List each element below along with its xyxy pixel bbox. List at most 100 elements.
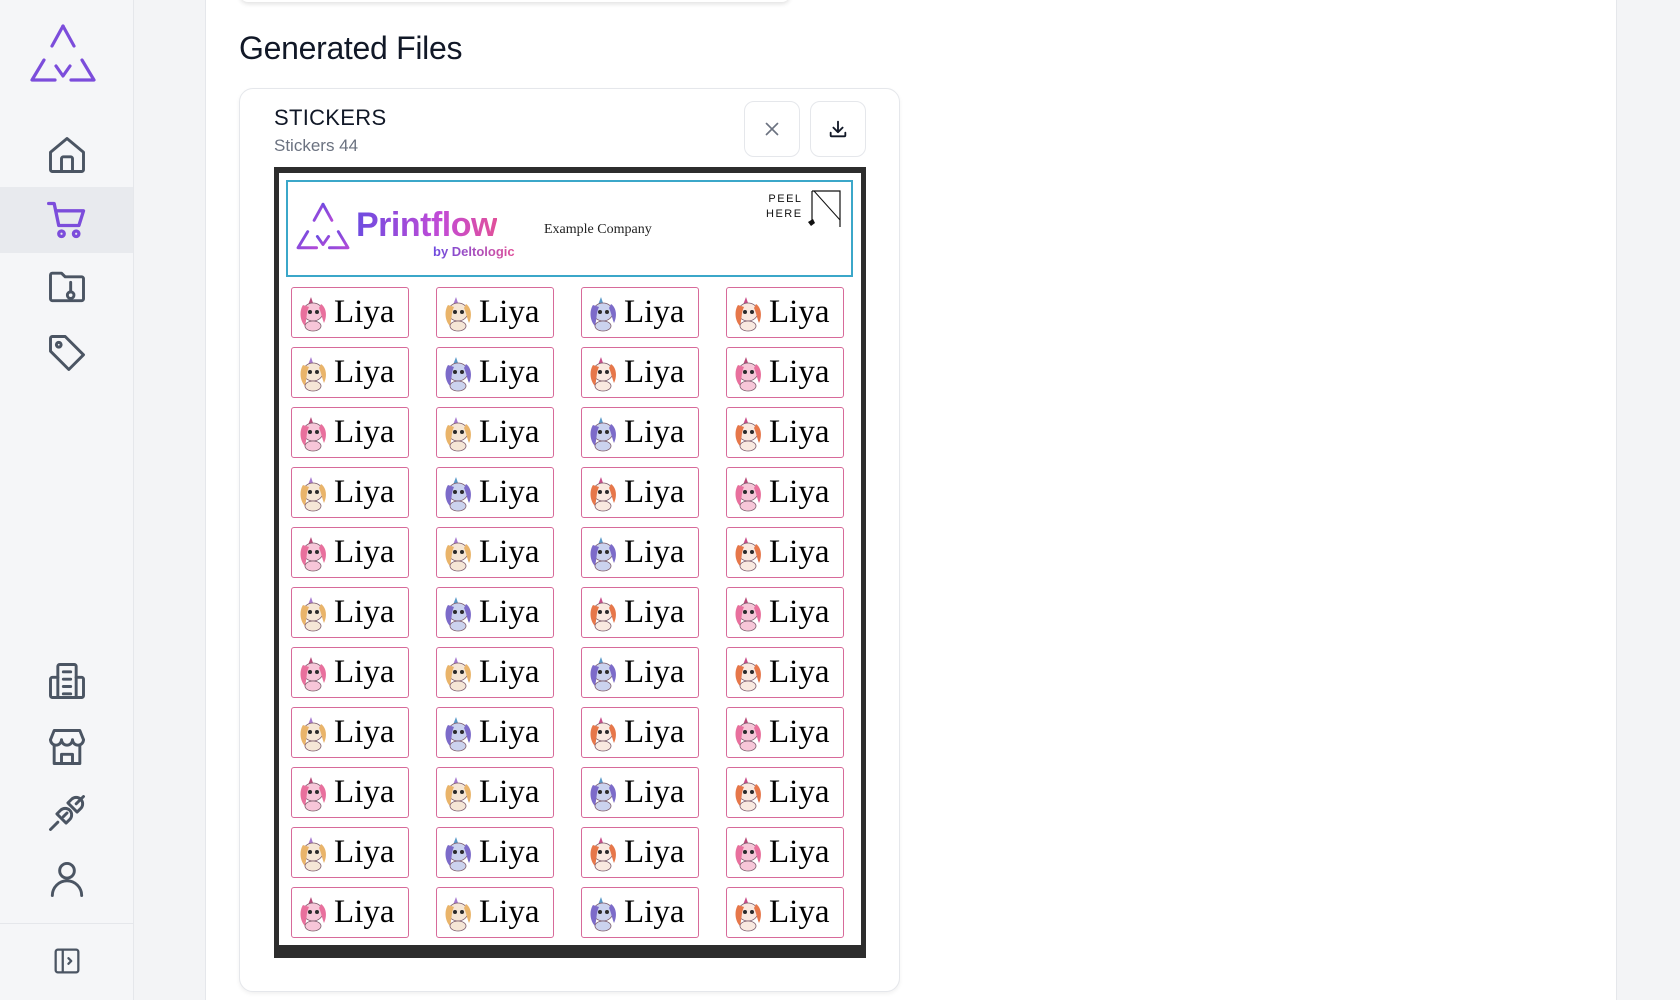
sticker-item: Liya xyxy=(726,467,844,518)
sticker-name: Liya xyxy=(624,534,685,570)
close-button[interactable] xyxy=(744,101,800,157)
sticker-item: Liya xyxy=(581,407,699,458)
sticker-name: Liya xyxy=(334,654,395,690)
unicorn-icon xyxy=(300,896,326,931)
sticker-item: Liya xyxy=(581,887,699,938)
sticker-name: Liya xyxy=(334,294,395,330)
sticker-item: Liya xyxy=(581,707,699,758)
nav-companies[interactable] xyxy=(0,648,133,714)
sticker-item: Liya xyxy=(581,587,699,638)
unicorn-icon xyxy=(735,596,761,631)
unicorn-icon xyxy=(590,896,616,931)
sticker-name: Liya xyxy=(479,594,540,630)
sticker-name: Liya xyxy=(334,714,395,750)
sticker-name: Liya xyxy=(479,774,540,810)
unicorn-icon xyxy=(445,716,471,751)
sticker-name: Liya xyxy=(479,654,540,690)
sticker-name: Liya xyxy=(624,894,685,930)
sticker-name: Liya xyxy=(769,654,830,690)
unicorn-icon xyxy=(300,776,326,811)
sticker-item: Liya xyxy=(726,647,844,698)
unicorn-icon xyxy=(590,536,616,571)
nav-orders[interactable] xyxy=(0,187,133,253)
nav-home[interactable] xyxy=(0,122,133,188)
unicorn-icon xyxy=(300,716,326,751)
sticker-item: Liya xyxy=(291,827,409,878)
unicorn-icon xyxy=(445,536,471,571)
nav-tags[interactable] xyxy=(0,320,133,386)
sticker-item: Liya xyxy=(726,407,844,458)
unicorn-icon xyxy=(300,536,326,571)
nav-stores[interactable] xyxy=(0,714,133,780)
sticker-name: Liya xyxy=(479,474,540,510)
sticker-name: Liya xyxy=(624,774,685,810)
brand-subtitle: by Deltologic xyxy=(433,244,515,259)
sticker-name: Liya xyxy=(334,594,395,630)
peel-line-1: PEEL xyxy=(768,193,803,205)
folder-icon xyxy=(48,271,85,303)
unicorn-icon xyxy=(590,716,616,751)
sticker-item: Liya xyxy=(436,347,554,398)
unicorn-icon xyxy=(590,776,616,811)
sidebar-footer xyxy=(0,923,133,1000)
nav-profile[interactable] xyxy=(0,846,133,912)
unicorn-icon xyxy=(300,476,326,511)
tag-icon xyxy=(48,335,85,371)
sticker-name: Liya xyxy=(769,894,830,930)
unicorn-icon xyxy=(735,896,761,931)
unicorn-icon xyxy=(735,476,761,511)
sticker-name: Liya xyxy=(334,534,395,570)
download-button[interactable] xyxy=(810,101,866,157)
sticker-name: Liya xyxy=(769,714,830,750)
sticker-item: Liya xyxy=(726,827,844,878)
sticker-name: Liya xyxy=(334,834,395,870)
sticker-item: Liya xyxy=(581,347,699,398)
sticker-name: Liya xyxy=(624,834,685,870)
sticker-item: Liya xyxy=(291,887,409,938)
unicorn-icon xyxy=(735,776,761,811)
peel-corner-icon xyxy=(808,190,841,227)
sticker-item: Liya xyxy=(291,707,409,758)
sticker-name: Liya xyxy=(334,354,395,390)
unicorn-icon xyxy=(590,596,616,631)
sidebar-toggle-button[interactable] xyxy=(0,928,133,994)
sticker-name: Liya xyxy=(624,714,685,750)
download-icon xyxy=(829,120,847,138)
sticker-name: Liya xyxy=(769,474,830,510)
unicorn-icon xyxy=(735,836,761,871)
sticker-item: Liya xyxy=(726,887,844,938)
previous-card-edge xyxy=(240,0,790,2)
nav-integrations[interactable] xyxy=(0,780,133,846)
sticker-item: Liya xyxy=(436,287,554,338)
sticker-item: Liya xyxy=(436,707,554,758)
sticker-item: Liya xyxy=(291,587,409,638)
unicorn-icon xyxy=(445,416,471,451)
sticker-name: Liya xyxy=(479,834,540,870)
sticker-name: Liya xyxy=(624,654,685,690)
sticker-item: Liya xyxy=(726,527,844,578)
sticker-name: Liya xyxy=(769,594,830,630)
sticker-item: Liya xyxy=(581,287,699,338)
unicorn-icon xyxy=(445,296,471,331)
unicorn-icon xyxy=(590,476,616,511)
sticker-name: Liya xyxy=(334,774,395,810)
unicorn-icon xyxy=(445,836,471,871)
app-logo[interactable] xyxy=(27,22,99,84)
close-icon xyxy=(765,122,779,136)
sticker-item: Liya xyxy=(291,647,409,698)
sticker-name: Liya xyxy=(769,294,830,330)
sticker-item: Liya xyxy=(291,407,409,458)
unicorn-icon xyxy=(300,596,326,631)
nav-files[interactable] xyxy=(0,253,133,319)
unicorn-icon xyxy=(590,656,616,691)
generated-file-card: STICKERS Stickers 44 Printflow by Deltol… xyxy=(239,88,900,992)
file-preview[interactable]: Printflow by Deltologic Example Company … xyxy=(274,167,866,958)
file-subtitle: Stickers 44 xyxy=(274,136,359,155)
sticker-name: Liya xyxy=(479,414,540,450)
sticker-name: Liya xyxy=(769,534,830,570)
sticker-item: Liya xyxy=(436,467,554,518)
unicorn-icon xyxy=(735,416,761,451)
sticker-name: Liya xyxy=(479,354,540,390)
sticker-item: Liya xyxy=(436,587,554,638)
sticker-name: Liya xyxy=(479,534,540,570)
